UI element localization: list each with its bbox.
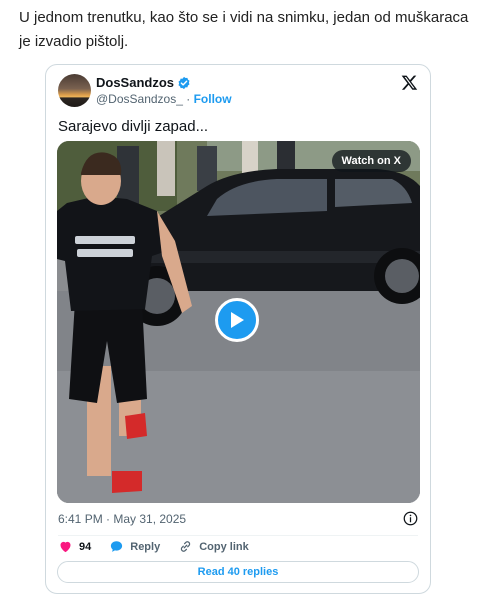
author-handle-row: @DosSandzos_ · Follow	[96, 92, 232, 106]
author-display-name[interactable]: DosSandzos	[96, 75, 174, 90]
read-replies-button[interactable]: Read 40 replies	[57, 561, 419, 583]
video-thumbnail[interactable]: Watch on X	[57, 141, 420, 503]
reply-label: Reply	[130, 540, 161, 553]
divider	[58, 535, 418, 536]
info-icon[interactable]	[403, 511, 418, 526]
heart-icon	[60, 541, 71, 553]
x-logo-icon[interactable]	[401, 74, 418, 91]
follow-button[interactable]: Follow	[194, 92, 232, 106]
verified-badge-icon	[178, 76, 190, 89]
tweet-timestamp[interactable]: 6:41 PM · May 31, 2025	[58, 512, 186, 526]
author-handle[interactable]: @DosSandzos_	[96, 92, 183, 106]
reply-bubble-icon	[111, 541, 123, 552]
separator-dot: ·	[186, 92, 191, 106]
avatar[interactable]	[58, 74, 91, 107]
play-button[interactable]	[215, 298, 259, 342]
author-name-row[interactable]: DosSandzos	[96, 75, 191, 90]
embedded-tweet[interactable]: DosSandzos @DosSandzos_ · Follow Sarajev…	[45, 64, 431, 594]
like-button[interactable]: 94	[58, 539, 91, 554]
tweet-text: Sarajevo divlji zapad...	[58, 118, 209, 135]
tweet-actions: 94 Reply Copy link	[58, 539, 267, 554]
link-icon	[181, 541, 191, 552]
copy-link-label: Copy link	[199, 540, 249, 553]
article-paragraph: U jednom trenutku, kao što se i vidi na …	[19, 9, 469, 50]
like-count: 94	[79, 540, 92, 553]
watch-on-x-button[interactable]: Watch on X	[331, 150, 411, 172]
play-icon	[231, 312, 244, 328]
reply-button[interactable]: Reply	[109, 539, 160, 554]
copy-link-button[interactable]: Copy link	[178, 539, 249, 554]
